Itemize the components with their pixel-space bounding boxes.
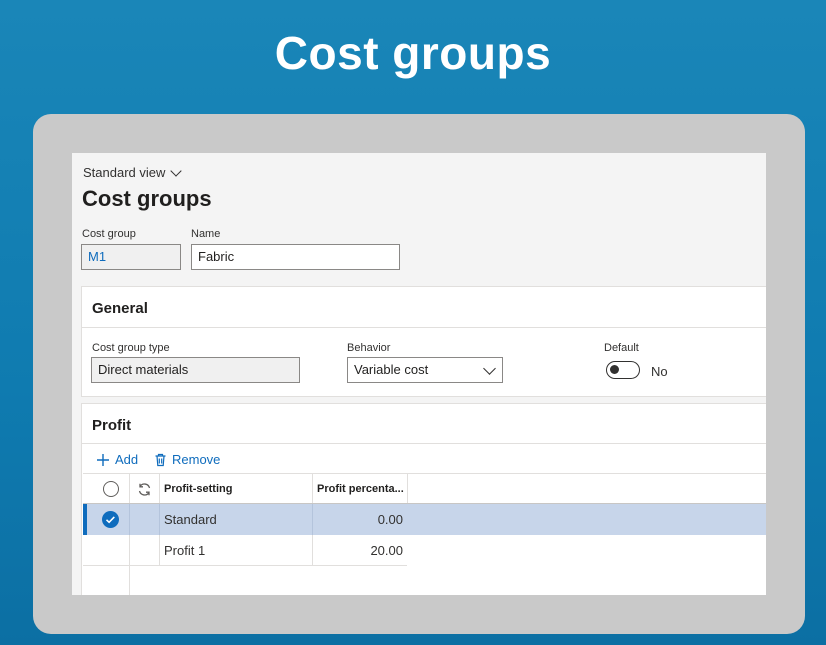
cost-group-type-label: Cost group type xyxy=(92,342,170,354)
selected-indicator xyxy=(83,504,87,535)
default-value: No xyxy=(651,364,668,379)
profit-percentage-cell[interactable]: 20.00 xyxy=(312,535,403,566)
chevron-down-icon xyxy=(170,164,183,177)
cost-group-field[interactable]: M1 xyxy=(81,244,181,270)
toggle-knob xyxy=(610,365,619,374)
app-window: Standard view Cost groups Cost group M1 … xyxy=(72,153,766,595)
column-separator xyxy=(129,566,130,595)
remove-label: Remove xyxy=(172,452,221,467)
name-field[interactable]: Fabric xyxy=(191,244,400,270)
name-label: Name xyxy=(191,228,221,240)
view-selector-label: Standard view xyxy=(83,165,166,180)
slide-title: Cost groups xyxy=(274,27,552,79)
default-label: Default xyxy=(604,342,639,354)
table-row[interactable]: Profit 1 20.00 xyxy=(83,535,407,566)
column-header-profit-setting[interactable]: Profit-setting xyxy=(164,474,232,505)
default-toggle[interactable] xyxy=(606,361,640,379)
column-header-profit-percentage[interactable]: Profit percenta... xyxy=(317,474,404,505)
checkmark-icon xyxy=(105,516,115,524)
general-header[interactable]: General xyxy=(92,300,148,317)
general-section: General Cost group type Direct materials… xyxy=(81,286,766,397)
plus-icon xyxy=(97,453,109,466)
column-separator xyxy=(129,504,130,535)
add-button[interactable]: Add xyxy=(96,452,138,467)
trash-icon xyxy=(155,453,166,466)
remove-button[interactable]: Remove xyxy=(154,452,220,467)
refresh-icon[interactable] xyxy=(137,482,152,497)
add-label: Add xyxy=(115,452,139,467)
column-separator xyxy=(312,474,313,503)
select-all-radio[interactable] xyxy=(103,481,119,497)
section-divider xyxy=(82,327,766,328)
cost-group-type-field[interactable]: Direct materials xyxy=(91,357,300,383)
profit-grid: Profit-setting Profit percenta... Standa… xyxy=(83,473,766,595)
view-selector[interactable]: Standard view xyxy=(83,164,183,180)
column-separator xyxy=(129,474,130,503)
column-separator xyxy=(407,474,408,503)
row-select-checkbox[interactable] xyxy=(102,511,119,528)
chevron-down-icon xyxy=(483,362,496,375)
grid-header-row: Profit-setting Profit percenta... xyxy=(83,473,766,504)
behavior-label: Behavior xyxy=(347,342,391,354)
column-separator xyxy=(159,535,160,565)
profit-percentage-cell[interactable]: 0.00 xyxy=(312,504,403,535)
profit-header[interactable]: Profit xyxy=(92,417,131,434)
section-divider xyxy=(82,443,766,444)
page-title: Cost groups xyxy=(82,186,212,211)
table-row[interactable]: Standard 0.00 xyxy=(83,504,766,535)
column-separator xyxy=(159,504,160,535)
column-separator xyxy=(159,474,160,503)
behavior-select[interactable]: Variable cost xyxy=(347,357,503,383)
profit-setting-cell[interactable]: Profit 1 xyxy=(164,535,205,566)
behavior-value: Variable cost xyxy=(354,362,429,377)
profit-setting-cell[interactable]: Standard xyxy=(164,504,217,535)
column-separator xyxy=(129,535,130,565)
cost-group-label: Cost group xyxy=(82,228,136,240)
grid-empty-area xyxy=(83,566,407,595)
